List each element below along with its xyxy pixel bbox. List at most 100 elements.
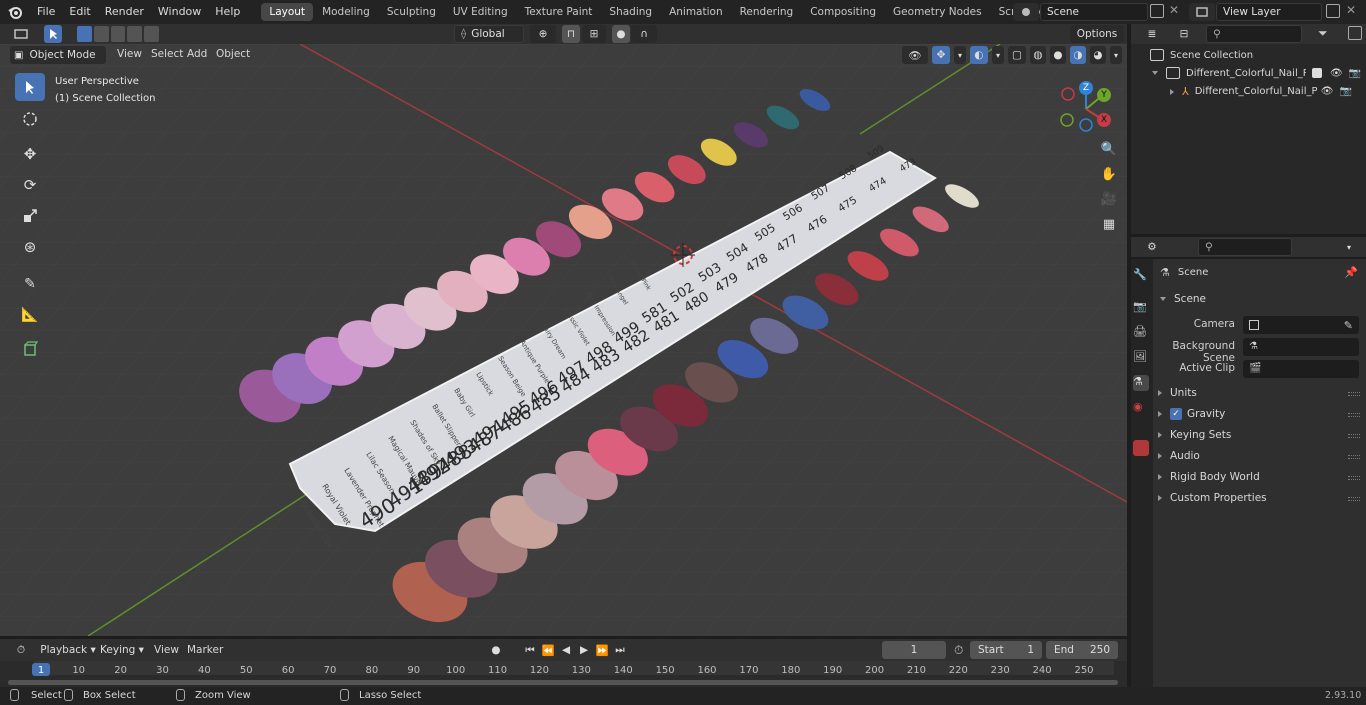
shading-dropdown[interactable]: ▾	[1110, 46, 1122, 64]
outliner-display-mode[interactable]: ⊟	[1170, 25, 1198, 43]
rotate-tool[interactable]: ⟳	[15, 171, 45, 199]
add-cube-tool[interactable]	[15, 335, 45, 363]
annotate-tool[interactable]: ✎	[15, 270, 45, 298]
pan-hand-icon[interactable]: ✋	[1098, 167, 1120, 192]
camera-field[interactable]: ✎	[1243, 316, 1359, 334]
view-layer-copy-icon[interactable]	[1326, 4, 1340, 18]
scene-close-icon[interactable]: ✕	[1169, 3, 1179, 17]
expand-arrow-icon[interactable]	[1152, 71, 1158, 75]
snap-toggle[interactable]: ⊓	[562, 25, 580, 43]
expand-arrow-icon[interactable]	[1158, 390, 1162, 396]
viewport-menu-object[interactable]: Object	[216, 48, 250, 60]
workspace-tab-uv-editing[interactable]: UV Editing	[445, 3, 516, 21]
expand-arrow-icon[interactable]	[1158, 474, 1162, 480]
play-icon[interactable]: ▶	[576, 641, 592, 659]
timeline-view-menu[interactable]: View	[154, 644, 179, 656]
transform-tool[interactable]: ⊛	[15, 233, 45, 261]
jump-end-icon[interactable]: ⏭	[612, 641, 628, 659]
menu-help[interactable]: Help	[208, 0, 247, 24]
scene-copy-icon[interactable]	[1150, 4, 1164, 18]
shading-material[interactable]: ◑	[1070, 46, 1086, 64]
menu-edit[interactable]: Edit	[62, 0, 97, 24]
blender-logo-icon[interactable]	[0, 0, 30, 24]
menu-file[interactable]: File	[30, 0, 62, 24]
viewport-menu-select[interactable]: Select	[151, 48, 183, 60]
new-collection-icon[interactable]	[1348, 26, 1362, 40]
panel-gravity[interactable]: ✓ Gravity	[1158, 408, 1225, 420]
measure-tool[interactable]: 📐	[15, 301, 45, 329]
overlay-toggle[interactable]: ◐	[970, 46, 988, 64]
view-layer-type-icon[interactable]	[1189, 3, 1215, 21]
workspace-tab-texture-paint[interactable]: Texture Paint	[517, 3, 601, 21]
select-invert-icon[interactable]	[127, 26, 143, 42]
viewport-menu-add[interactable]: Add	[187, 48, 207, 60]
eyedropper-icon[interactable]: ✎	[1344, 319, 1353, 332]
cursor-tool[interactable]	[15, 105, 45, 133]
proportional-falloff-button[interactable]: ∩	[631, 25, 657, 43]
mode-select[interactable]: ▣ Object Mode	[10, 46, 106, 64]
outliner-search[interactable]: ⚲	[1206, 25, 1302, 43]
eye-icon[interactable]: 👁	[1330, 68, 1343, 79]
perspective-grid-icon[interactable]: ▦	[1098, 217, 1120, 242]
checkbox-icon[interactable]	[1312, 68, 1322, 78]
timeline-editor-type[interactable]: ⏱	[8, 641, 34, 659]
panel-rigid-body-world[interactable]: Rigid Body World	[1158, 471, 1260, 483]
scale-tool[interactable]	[15, 202, 45, 230]
select-intersect-icon[interactable]	[144, 26, 159, 42]
navigation-gizmo[interactable]: Z Y X	[1055, 78, 1115, 134]
view-layer-field[interactable]: View Layer	[1216, 3, 1322, 21]
scene-section-header[interactable]: Scene	[1160, 293, 1206, 305]
drag-handle-icon[interactable]	[1348, 476, 1360, 480]
scene-tab[interactable]: ⚗	[1133, 375, 1149, 391]
panel-audio[interactable]: Audio	[1158, 450, 1200, 462]
prev-keyframe-icon[interactable]: ⏪	[540, 641, 556, 659]
properties-options[interactable]: ▾	[1340, 238, 1358, 256]
playback-menu[interactable]: Playback ▾	[40, 641, 96, 659]
pin-icon[interactable]: 📌	[1344, 266, 1358, 279]
properties-editor-type[interactable]: ⚙	[1138, 238, 1166, 256]
editor-type-button[interactable]	[8, 25, 34, 43]
panel-units[interactable]: Units	[1158, 387, 1197, 399]
next-keyframe-icon[interactable]: ⏩	[594, 641, 610, 659]
drag-handle-icon[interactable]	[1348, 413, 1360, 417]
filter-icon[interactable]: ⏷	[1318, 26, 1328, 41]
workspace-tab-sculpting[interactable]: Sculpting	[379, 3, 444, 21]
expand-arrow-icon[interactable]	[1158, 495, 1162, 501]
options-dropdown[interactable]: Options	[1070, 25, 1124, 43]
workspace-tab-compositing[interactable]: Compositing	[802, 3, 884, 21]
drag-handle-icon[interactable]	[1348, 455, 1360, 459]
view-layer-tab[interactable]: 🖼	[1133, 350, 1149, 366]
render-tab[interactable]: 📷	[1133, 300, 1149, 316]
gizmo-dropdown[interactable]: ▾	[954, 46, 966, 64]
play-reverse-icon[interactable]: ◀	[558, 641, 574, 659]
gizmo-x-axis[interactable]: X	[1097, 113, 1111, 127]
gizmo-y-axis[interactable]: Y	[1097, 88, 1111, 102]
menu-window[interactable]: Window	[151, 0, 208, 24]
render-camera-icon[interactable]: 📷	[1349, 68, 1361, 79]
overlay-dropdown[interactable]: ▾	[992, 46, 1004, 64]
expand-arrow-icon[interactable]	[1170, 88, 1174, 95]
panel-custom-properties[interactable]: Custom Properties	[1158, 492, 1267, 504]
panel-keying-sets[interactable]: Keying Sets	[1158, 429, 1231, 441]
drag-handle-icon[interactable]	[1348, 392, 1360, 396]
3d-viewport[interactable]: 490 491 492 493 494 495 496 497 498 499 581 502 503 5…	[0, 44, 1127, 636]
expand-arrow-icon[interactable]	[1158, 453, 1162, 459]
tool-settings-tab[interactable]: 🔧	[1133, 268, 1149, 284]
select-mode-buttons[interactable]	[77, 26, 159, 42]
shading-solid[interactable]: ●	[1050, 46, 1066, 64]
outliner-row-root[interactable]: Scene Collection	[1150, 49, 1253, 61]
keying-menu[interactable]: Keying ▾	[98, 641, 146, 659]
transform-orientation-select[interactable]: ⟠ Global	[454, 25, 524, 43]
scene-type-icon[interactable]	[1013, 3, 1039, 21]
select-subtract-icon[interactable]	[110, 26, 126, 42]
workspace-tab-shading[interactable]: Shading	[601, 3, 660, 21]
proportional-edit-toggle[interactable]: ●	[612, 25, 630, 43]
workspace-tab-rendering[interactable]: Rendering	[732, 3, 802, 21]
outliner-row-object[interactable]: ⅄ Different_Colorful_Nail_P 👁 📷	[1170, 85, 1362, 98]
select-box-tool[interactable]	[15, 73, 45, 101]
scene-field[interactable]: Scene	[1040, 3, 1148, 21]
end-frame-field[interactable]: End 250	[1046, 641, 1118, 659]
collapse-arrow-icon[interactable]	[1160, 297, 1166, 301]
output-tab[interactable]: 🖨	[1133, 325, 1149, 341]
outliner-editor-type[interactable]: ≣	[1138, 25, 1166, 43]
